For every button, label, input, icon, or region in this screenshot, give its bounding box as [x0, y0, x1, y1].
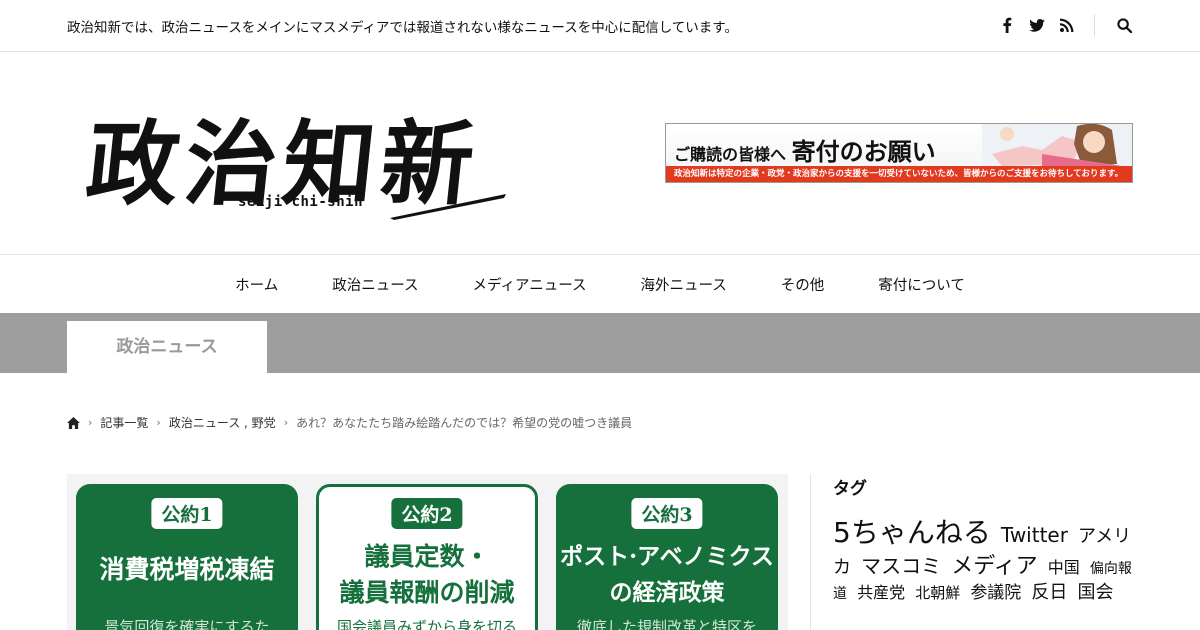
pledge-title: ポスト·アベノミクス の経済政策: [560, 543, 774, 606]
banner-heading: ご購読の皆様へ 寄付のお願い: [674, 132, 936, 167]
chevron-right-icon: ›: [156, 416, 161, 429]
pledge-subtext: 景気回復を確実にするた: [104, 618, 270, 630]
pledge-subtext: 徹底した規制改革と特区を: [576, 618, 757, 630]
chevron-right-icon: ›: [283, 416, 289, 429]
tag-link[interactable]: メディア: [951, 554, 1037, 579]
banner-notice-strip: 政治知新は特定の企業・政党・政治家からの支援を一切受けていないため、皆様からのご…: [666, 166, 1132, 182]
breadcrumb-current: あれ？あなたたち踏み絵踏んだのでは？希望の党の嘘つき議員: [296, 416, 633, 430]
nav-item-politics[interactable]: 政治ニュース: [305, 274, 445, 295]
nav-item-home[interactable]: ホーム: [208, 274, 305, 295]
logo-subtitle: seiji-chi-shin: [238, 194, 364, 210]
chevron-right-icon: ›: [88, 416, 93, 429]
article-featured-image: 公約1 消費税増税凍結 景気回復を確実にするた 公約2 議員定数・ 議員報酬の削…: [67, 474, 788, 630]
tag-link[interactable]: 反日: [1031, 582, 1067, 603]
site-logo[interactable]: 政治知新 seiji-chi-shin: [82, 82, 518, 222]
category-title: 政治ニュース: [67, 321, 267, 373]
pledge-label: 公約3: [631, 498, 703, 529]
banner-character-illustration: [982, 124, 1132, 166]
category-band: 政治ニュース: [0, 313, 1200, 373]
banner-heading-big: 寄付のお願い: [791, 137, 936, 166]
search-icon[interactable]: [1114, 15, 1134, 35]
tag-link[interactable]: マスコミ: [861, 554, 941, 578]
site-header: 政治知新 seiji-chi-shin ご購読の皆様へ 寄付のお願い 政治知新は…: [0, 52, 1200, 255]
nav-item-media[interactable]: メディアニュース: [446, 274, 614, 295]
pledge-card-3: 公約3 ポスト·アベノミクス の経済政策 徹底した規制改革と特区を: [556, 484, 778, 630]
twitter-icon[interactable]: [1027, 15, 1047, 35]
top-bar: 政治知新では、政治ニュースをメインにマスメディアでは報道されない様なニュースを中…: [0, 0, 1200, 52]
tag-link[interactable]: 国会: [1078, 582, 1114, 603]
topbar-divider: [1094, 14, 1095, 36]
pledge-card-2: 公約2 議員定数・ 議員報酬の削減 国会議員みずから身を切る: [316, 484, 538, 630]
tag-link[interactable]: 共産党: [857, 583, 905, 602]
tag-link[interactable]: 中国: [1048, 558, 1080, 577]
tag-link[interactable]: 北朝鮮: [915, 584, 960, 602]
breadcrumb-articles[interactable]: 記事一覧: [100, 414, 148, 431]
nav-item-donation[interactable]: 寄付について: [851, 274, 992, 295]
tag-link[interactable]: Twitter: [1001, 523, 1068, 547]
breadcrumb-category[interactable]: 政治ニュース , 野党: [169, 414, 276, 431]
global-nav: ホーム 政治ニュース メディアニュース 海外ニュース その他 寄付について: [0, 255, 1200, 313]
pledge-subtext: 国会議員みずから身を切る: [336, 618, 517, 630]
tag-link[interactable]: 参議院: [970, 583, 1021, 603]
rss-icon[interactable]: [1057, 15, 1077, 35]
pledge-title: 消費税増税凍結: [99, 555, 275, 584]
site-tagline: 政治知新では、政治ニュースをメインにマスメディアでは報道されない様なニュースを中…: [67, 20, 738, 36]
pledge-title: 議員定数・ 議員報酬の削減: [339, 542, 515, 607]
facebook-icon[interactable]: [997, 15, 1017, 35]
pledge-label: 公約2: [391, 498, 463, 529]
donation-banner[interactable]: ご購読の皆様へ 寄付のお願い 政治知新は特定の企業・政党・政治家からの支援を一切…: [665, 123, 1133, 183]
breadcrumb: › 記事一覧 › 政治ニュース , 野党 › あれ？あなたたち踏み絵踏んだのでは…: [67, 414, 632, 431]
home-icon[interactable]: [67, 416, 80, 429]
nav-item-other[interactable]: その他: [754, 274, 852, 295]
pledge-card-1: 公約1 消費税増税凍結 景気回復を確実にするた: [76, 484, 298, 630]
nav-item-overseas[interactable]: 海外ニュース: [613, 274, 753, 295]
tags-heading: タグ: [833, 479, 867, 499]
tag-link[interactable]: 5ちゃんねる: [833, 516, 991, 549]
pledge-label: 公約1: [151, 498, 223, 529]
sidebar-divider: [810, 474, 811, 630]
banner-heading-small: ご購読の皆様へ: [674, 145, 787, 164]
logo-brush-stroke: [390, 194, 506, 220]
tag-cloud: 5ちゃんねる Twitter アメリカ マスコミ メディア 中国 偏向報道 共産…: [833, 514, 1133, 606]
